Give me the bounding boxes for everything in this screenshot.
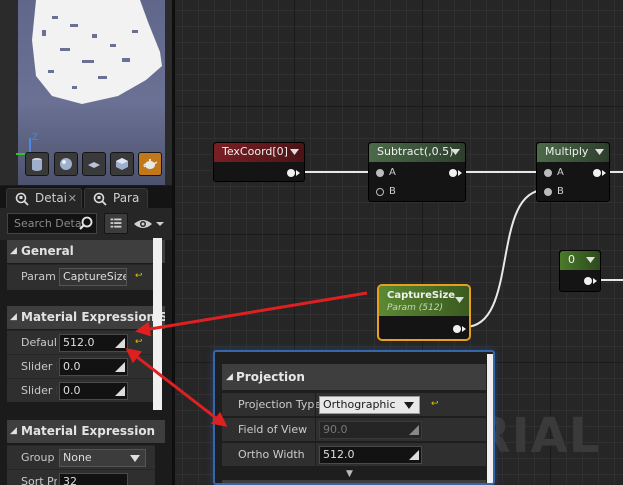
- multiply-node-header: Multiply: [537, 143, 609, 162]
- column-divider[interactable]: [315, 393, 316, 417]
- input-pin-a[interactable]: [544, 169, 552, 177]
- projection-scrollbar[interactable]: [487, 354, 493, 483]
- drag-handle-icon: [409, 450, 419, 460]
- subtract-node[interactable]: Subtract(,0.5) A B: [368, 142, 466, 202]
- output-pin-arrow: [458, 170, 462, 176]
- projection-type-dropdown[interactable]: Orthographic: [319, 396, 420, 414]
- projection-type-value: Orthographic: [323, 398, 396, 411]
- field-of-view-field[interactable]: 90.0: [319, 421, 422, 439]
- ortho-width-value: 512.0: [323, 448, 355, 461]
- reset-to-default-icon[interactable]: ↩: [431, 399, 441, 409]
- chevron-down-icon[interactable]: [595, 149, 604, 155]
- chevron-down-icon[interactable]: [451, 149, 460, 155]
- section-projection-header[interactable]: ◢ Projection: [222, 364, 486, 390]
- collapse-triangle-icon: ◢: [226, 372, 233, 382]
- ortho-width-field[interactable]: 512.0: [319, 446, 422, 464]
- ortho-width-label: Ortho Width: [238, 448, 305, 461]
- texcoord-node-title: TexCoord[0]: [222, 145, 288, 158]
- output-pin[interactable]: [453, 325, 461, 333]
- section-footer: [222, 480, 486, 483]
- expand-advanced-icon[interactable]: ▼: [346, 470, 353, 479]
- input-pin-b[interactable]: [544, 188, 552, 196]
- field-of-view-label: Field of View: [238, 423, 308, 436]
- field-of-view-value: 90.0: [323, 423, 348, 436]
- capture-size-node-subtitle: Param (512): [387, 303, 443, 313]
- constant-node-header: 0: [560, 251, 600, 270]
- subtract-node-title: Subtract(,0.5): [377, 145, 454, 158]
- column-divider[interactable]: [315, 443, 316, 467]
- constant-node-title: 0: [568, 253, 575, 266]
- drag-handle-icon: [409, 425, 419, 435]
- section-projection-title: Projection: [236, 370, 305, 384]
- projection-type-row: Projection Type Orthographic ↩: [222, 392, 486, 417]
- column-divider[interactable]: [315, 418, 316, 442]
- input-a-label: A: [557, 167, 564, 178]
- input-b-label: B: [389, 186, 396, 197]
- output-pin[interactable]: [584, 277, 592, 285]
- output-pin-arrow: [593, 278, 597, 284]
- projection-type-label: Projection Type: [238, 398, 322, 411]
- ortho-width-row: Ortho Width 512.0: [222, 442, 486, 467]
- capture-size-param-node[interactable]: CaptureSize Param (512): [377, 284, 471, 341]
- input-a-label: A: [389, 167, 396, 178]
- multiply-node-title: Multiply: [545, 145, 589, 158]
- output-pin[interactable]: [593, 169, 601, 177]
- input-pin-b[interactable]: [376, 188, 384, 196]
- chevron-down-icon[interactable]: [586, 257, 595, 263]
- constant-node[interactable]: 0: [559, 250, 601, 292]
- multiply-node[interactable]: Multiply A B: [536, 142, 610, 202]
- field-of-view-row: Field of View 90.0: [222, 417, 486, 442]
- output-pin-arrow: [296, 170, 300, 176]
- output-pin[interactable]: [287, 169, 295, 177]
- chevron-down-icon[interactable]: [290, 149, 299, 155]
- output-pin-arrow: [602, 170, 606, 176]
- texcoord-node[interactable]: TexCoord[0]: [213, 142, 305, 182]
- chevron-down-icon: [404, 402, 414, 409]
- texcoord-node-header: TexCoord[0]: [214, 143, 304, 162]
- capture-size-node-header: CaptureSize Param (512): [379, 286, 469, 316]
- output-pin[interactable]: [449, 169, 457, 177]
- input-b-label: B: [557, 186, 564, 197]
- input-pin-a[interactable]: [376, 169, 384, 177]
- projection-details-popup: ◢ Projection Projection Type Orthographi…: [213, 350, 495, 485]
- subtract-node-header: Subtract(,0.5): [369, 143, 465, 162]
- output-pin-arrow: [462, 326, 466, 332]
- chevron-down-icon[interactable]: [455, 297, 464, 303]
